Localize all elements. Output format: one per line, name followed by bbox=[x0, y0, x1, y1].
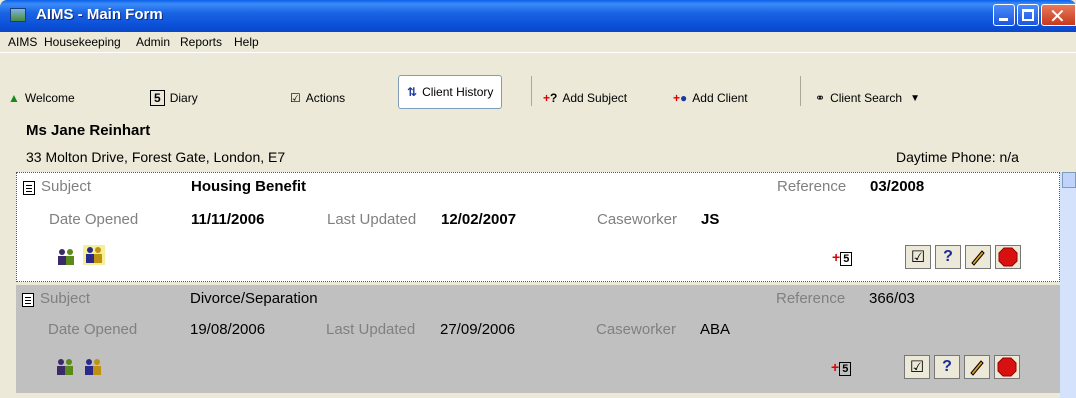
date-opened-value: 11/11/2006 bbox=[191, 211, 265, 228]
scroll-up-button[interactable] bbox=[1062, 172, 1076, 188]
welcome-label: Welcome bbox=[24, 91, 75, 105]
add-subject-label: Add Subject bbox=[562, 91, 628, 105]
window-title: AIMS - Main Form bbox=[36, 6, 163, 23]
toolbar: ▲ Welcome 5 Diary ☑ Actions ⇅ Client His… bbox=[0, 52, 1076, 116]
add-subject-button[interactable]: +? Add Subject bbox=[543, 83, 627, 113]
last-updated-value: 27/09/2006 bbox=[440, 321, 516, 338]
close-icon: ✕ bbox=[1049, 6, 1066, 28]
last-updated-label: Last Updated bbox=[327, 211, 417, 228]
reference-label: Reference bbox=[777, 178, 847, 195]
reference-value: 366/03 bbox=[869, 290, 915, 307]
maximize-button[interactable] bbox=[1017, 4, 1039, 26]
dropdown-arrow-icon[interactable]: ▼ bbox=[910, 93, 920, 104]
caseworker-label: Caseworker bbox=[596, 321, 677, 338]
subject-value: Housing Benefit bbox=[191, 178, 306, 195]
couple-icon[interactable] bbox=[82, 357, 104, 377]
menu-aims[interactable]: AIMS bbox=[8, 35, 37, 49]
diary-button[interactable]: 5 Diary bbox=[150, 83, 198, 113]
welcome-button[interactable]: ▲ Welcome bbox=[8, 83, 75, 113]
actions-small-button[interactable]: ☑ bbox=[904, 355, 930, 379]
client-history-label: Client History bbox=[422, 85, 494, 99]
add-client-button[interactable]: +● Add Client bbox=[673, 83, 748, 113]
menu-admin[interactable]: Admin bbox=[136, 35, 170, 49]
diary-label: Diary bbox=[169, 91, 198, 105]
client-address: 33 Molton Drive, Forest Gate, London, E7 bbox=[26, 149, 286, 165]
menu-housekeeping[interactable]: Housekeeping bbox=[44, 35, 121, 49]
people-icon[interactable] bbox=[54, 357, 76, 377]
date-opened-label: Date Opened bbox=[49, 211, 139, 228]
subject-label: Subject bbox=[41, 178, 92, 195]
minimize-button[interactable] bbox=[993, 4, 1015, 26]
add-client-icon: +● bbox=[673, 91, 688, 105]
menu-reports[interactable]: Reports bbox=[180, 35, 222, 49]
date-opened-label: Date Opened bbox=[48, 321, 138, 338]
stop-close-icon bbox=[997, 357, 1017, 377]
pencil-icon bbox=[971, 250, 985, 266]
toolbar-separator bbox=[800, 76, 801, 106]
toolbar-separator bbox=[531, 76, 532, 106]
help-button[interactable]: ? bbox=[934, 355, 960, 379]
title-bar: AIMS - Main Form ✕ bbox=[0, 0, 1076, 32]
document-icon bbox=[22, 293, 34, 307]
document-icon bbox=[23, 181, 35, 195]
vertical-scrollbar[interactable] bbox=[1060, 172, 1076, 398]
binoculars-icon: ⚭ bbox=[815, 91, 826, 105]
add-diary-icon[interactable]: +5 bbox=[832, 249, 853, 266]
question-icon: ? bbox=[942, 358, 952, 375]
couple-icon[interactable] bbox=[83, 245, 105, 265]
add-client-label: Add Client bbox=[692, 91, 748, 105]
app-icon bbox=[10, 8, 26, 22]
add-subject-icon: +? bbox=[543, 91, 558, 105]
client-phone: Daytime Phone: n/a bbox=[896, 149, 1019, 165]
date-opened-value: 19/08/2006 bbox=[190, 321, 266, 338]
actions-button[interactable]: ☑ Actions bbox=[290, 83, 345, 113]
checklist-icon: ☑ bbox=[910, 249, 926, 266]
close-case-button[interactable] bbox=[994, 355, 1020, 379]
menu-help[interactable]: Help bbox=[234, 35, 259, 49]
reference-label: Reference bbox=[776, 290, 846, 307]
client-search-button[interactable]: ⚭ Client Search ▼ bbox=[815, 83, 920, 113]
caseworker-label: Caseworker bbox=[597, 211, 678, 228]
caseworker-value: ABA bbox=[700, 321, 731, 338]
client-history-button[interactable]: ⇅ Client History bbox=[398, 75, 503, 109]
menu-bar: AIMS Housekeeping Admin Reports Help bbox=[0, 32, 1076, 52]
subject-value: Divorce/Separation bbox=[190, 290, 318, 307]
close-case-button[interactable] bbox=[995, 245, 1021, 269]
case-panel[interactable]: Subject Divorce/Separation Reference 366… bbox=[16, 285, 1060, 393]
client-header: Ms Jane Reinhart 33 Molton Drive, Forest… bbox=[0, 118, 1076, 172]
checklist-icon: ☑ bbox=[290, 91, 301, 105]
stop-close-icon bbox=[998, 247, 1018, 267]
question-icon: ? bbox=[943, 248, 953, 265]
caseworker-value: JS bbox=[701, 211, 720, 228]
actions-small-button[interactable]: ☑ bbox=[905, 245, 931, 269]
add-diary-icon[interactable]: +5 bbox=[831, 359, 852, 376]
people-icon[interactable] bbox=[55, 247, 77, 267]
calendar-icon: 5 bbox=[150, 90, 165, 106]
home-icon: ▲ bbox=[8, 91, 20, 105]
pencil-icon bbox=[970, 360, 984, 376]
checklist-icon: ☑ bbox=[909, 359, 925, 376]
case-panel[interactable]: Subject Housing Benefit Reference 03/200… bbox=[16, 172, 1060, 282]
minimize-icon bbox=[999, 18, 1008, 21]
help-button[interactable]: ? bbox=[935, 245, 961, 269]
actions-label: Actions bbox=[305, 91, 346, 105]
client-search-label: Client Search bbox=[830, 91, 903, 105]
close-window-button[interactable]: ✕ bbox=[1041, 4, 1076, 28]
subject-label: Subject bbox=[40, 290, 91, 307]
reference-value: 03/2008 bbox=[870, 178, 925, 195]
last-updated-label: Last Updated bbox=[326, 321, 416, 338]
edit-button[interactable] bbox=[965, 245, 991, 269]
client-name: Ms Jane Reinhart bbox=[26, 122, 151, 139]
edit-button[interactable] bbox=[964, 355, 990, 379]
client-history-icon: ⇅ bbox=[407, 85, 418, 99]
maximize-icon bbox=[1022, 9, 1034, 21]
last-updated-value: 12/02/2007 bbox=[441, 211, 517, 228]
